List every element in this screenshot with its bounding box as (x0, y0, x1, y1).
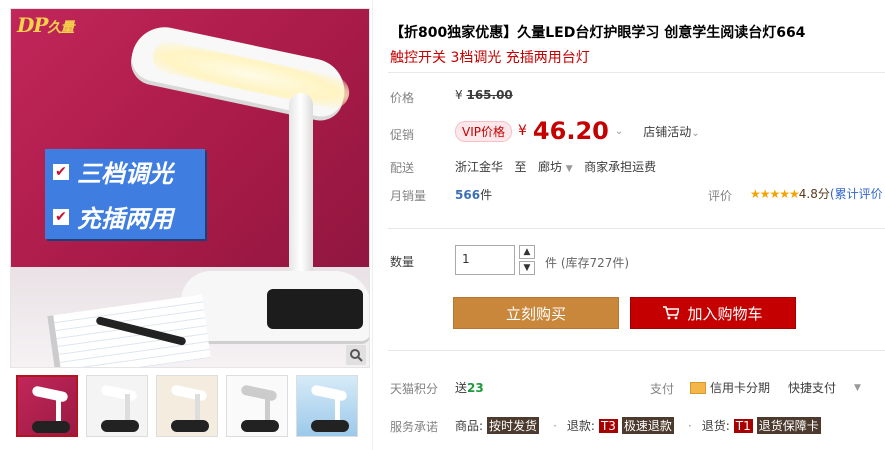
rating-summary: ★★★★★4.8分(累计评价 (750, 187, 883, 201)
thumbnail[interactable] (16, 375, 78, 437)
stock-info: 件 (库存727件) (545, 256, 630, 270)
zoom-icon[interactable] (346, 345, 366, 365)
column-divider (372, 0, 373, 450)
original-price: ¥ 165.00 (455, 88, 513, 102)
quick-pay[interactable]: 快捷支付 (788, 379, 836, 396)
banner-line: ✔ 三档调光 (45, 149, 205, 194)
payment-label: 支付 (650, 382, 675, 396)
cart-icon (663, 306, 680, 320)
divider (388, 72, 885, 73)
chevron-down-icon[interactable]: ⌄ (615, 126, 623, 137)
brand-logo: DP久量 (17, 13, 74, 37)
divider (388, 350, 885, 351)
service-code: T1 (733, 418, 753, 433)
banner-line: ✔ 充插两用 (45, 194, 205, 239)
thumbnail[interactable] (86, 375, 148, 437)
thumbnail-strip (16, 375, 358, 437)
quantity-stepper: ▲ ▼ (519, 245, 535, 275)
vip-badge: VIP价格 (455, 120, 512, 142)
monthly-sales: 566件 (455, 188, 493, 202)
increase-button[interactable]: ▲ (519, 245, 535, 259)
service-code: T3 (598, 418, 618, 433)
product-title: 【折800独家优惠】久量LED台灯护眼学习 创意学生阅读台灯664 (390, 25, 806, 41)
service-tag[interactable]: 退货保障卡 (756, 417, 821, 434)
promo-price-row: VIP价格 ¥ 46.20 ⌄ 店铺活动⌄ (455, 117, 700, 145)
points-value: 送23 (455, 381, 484, 395)
destination-select[interactable]: 廊坊 ▼ (538, 160, 573, 174)
rating-label: 评价 (708, 189, 733, 203)
store-activity-link[interactable]: 店铺活动⌄ (643, 123, 699, 140)
chevron-down-icon: ⌄ (691, 127, 700, 139)
check-icon: ✔ (53, 163, 69, 180)
main-product-image[interactable]: DP久量 ✔ 三档调光 ✔ 充插两用 (10, 8, 370, 368)
product-subtitle: 触控开关 3档调光 充插两用台灯 (390, 50, 590, 66)
thumbnail[interactable] (156, 375, 218, 437)
points-label: 天猫积分 (390, 382, 439, 396)
caret-up-icon: ▲ (523, 247, 531, 257)
payment-methods: 信用卡分期 快捷支付 ▼ (690, 379, 861, 396)
shipping-info: 浙江金华 至 廊坊 ▼ 商家承担运费 (455, 160, 657, 174)
credit-installment[interactable]: 信用卡分期 (710, 379, 770, 396)
promo-label: 促销 (390, 128, 415, 142)
service-tag[interactable]: 按时发货 (487, 417, 540, 434)
sales-label: 月销量 (390, 189, 427, 203)
quantity-input[interactable]: 1 (455, 245, 515, 275)
service-label: 服务承诺 (390, 420, 439, 434)
review-link[interactable]: (累计评价 (830, 187, 883, 201)
thumbnail[interactable] (296, 375, 358, 437)
credit-card-icon (690, 381, 706, 394)
quantity-label: 数量 (390, 255, 415, 269)
add-to-cart-button[interactable]: 加入购物车 (630, 297, 796, 329)
feature-banner: ✔ 三档调光 ✔ 充插两用 (45, 149, 205, 239)
triangle-down-icon: ▼ (565, 164, 573, 174)
service-promises: 商品: 按时发货 · 退款: T3 极速退款 · 退货: T1 退货保障卡 (455, 417, 821, 434)
buy-now-button[interactable]: 立刻购买 (453, 297, 619, 329)
check-icon: ✔ (53, 208, 69, 225)
decrease-button[interactable]: ▼ (519, 261, 535, 275)
thumbnail[interactable] (226, 375, 288, 437)
divider (388, 228, 885, 229)
price-label: 价格 (390, 91, 415, 105)
lamp-base (181, 271, 369, 341)
service-tag[interactable]: 极速退款 (621, 417, 674, 434)
star-rating-icon: ★★★★★ (750, 187, 800, 201)
lamp-neck (289, 93, 313, 293)
shipping-label: 配送 (390, 161, 415, 175)
caret-down-icon: ▼ (523, 263, 531, 273)
promo-price: 46.20 (532, 117, 609, 145)
triangle-down-icon[interactable]: ▼ (854, 383, 861, 393)
